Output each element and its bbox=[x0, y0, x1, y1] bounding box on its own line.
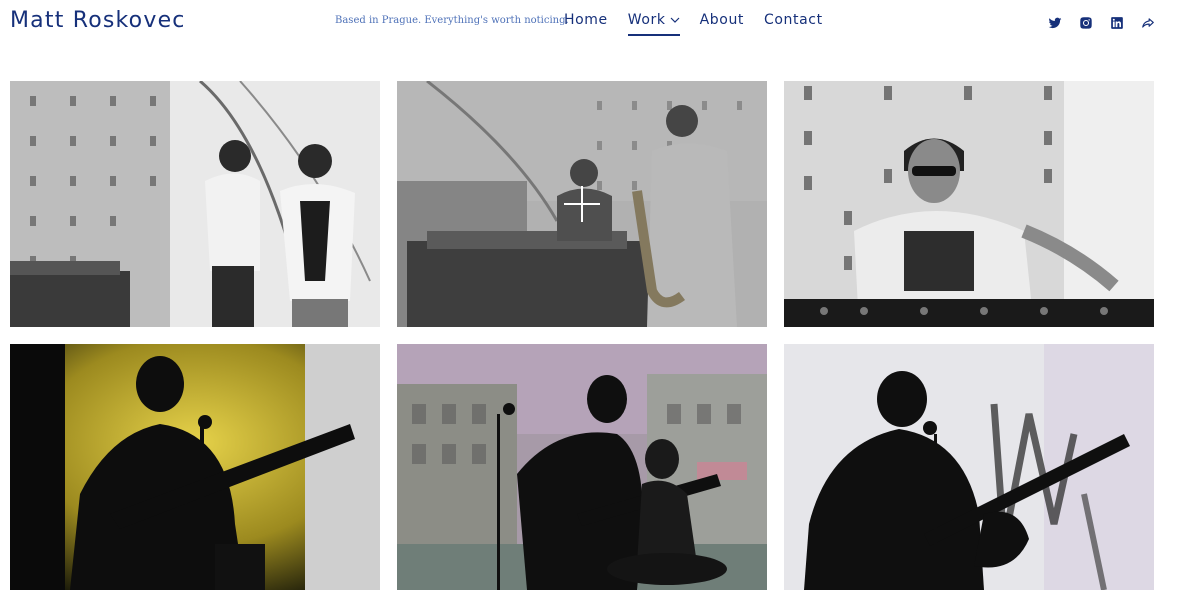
linkedin-icon[interactable] bbox=[1108, 14, 1125, 31]
photo-guitarist-silhouette bbox=[10, 344, 380, 590]
site-header: Matt Roskovec Based in Prague. Everythin… bbox=[0, 0, 1200, 56]
nav-item-contact[interactable]: Contact bbox=[764, 10, 823, 34]
main-nav: Home Work About Contact bbox=[564, 10, 823, 36]
nav-item-work[interactable]: Work bbox=[627, 10, 680, 36]
photo-djs-on-stage bbox=[10, 81, 380, 327]
nav-item-label: Work bbox=[627, 12, 666, 28]
gallery-tile[interactable] bbox=[397, 344, 767, 590]
nav-item-label: Contact bbox=[764, 12, 823, 28]
twitter-icon[interactable] bbox=[1046, 14, 1063, 31]
nav-item-about[interactable]: About bbox=[700, 10, 744, 34]
share-icon[interactable] bbox=[1139, 14, 1156, 31]
social-links bbox=[1046, 14, 1156, 31]
gallery-tile[interactable] bbox=[10, 81, 380, 327]
nav-item-label: Home bbox=[564, 12, 608, 28]
gallery-tile[interactable] bbox=[10, 344, 380, 590]
photo-band-silhouette-street bbox=[397, 344, 767, 590]
instagram-icon[interactable] bbox=[1077, 14, 1094, 31]
nav-item-home[interactable]: Home bbox=[564, 10, 608, 34]
gallery-tile[interactable] bbox=[784, 81, 1154, 327]
gallery-tile-hovered[interactable] bbox=[397, 81, 767, 327]
photo-bassist-silhouette bbox=[784, 344, 1154, 590]
gallery-tile[interactable] bbox=[784, 344, 1154, 590]
site-title[interactable]: Matt Roskovec bbox=[10, 6, 186, 36]
photo-gallery bbox=[10, 81, 1154, 590]
chevron-down-icon bbox=[670, 17, 680, 23]
plus-icon bbox=[564, 186, 600, 222]
site-tagline: Based in Prague. Everything's worth noti… bbox=[335, 15, 569, 26]
nav-item-label: About bbox=[699, 12, 745, 28]
photo-dj-with-headphones bbox=[784, 81, 1154, 327]
